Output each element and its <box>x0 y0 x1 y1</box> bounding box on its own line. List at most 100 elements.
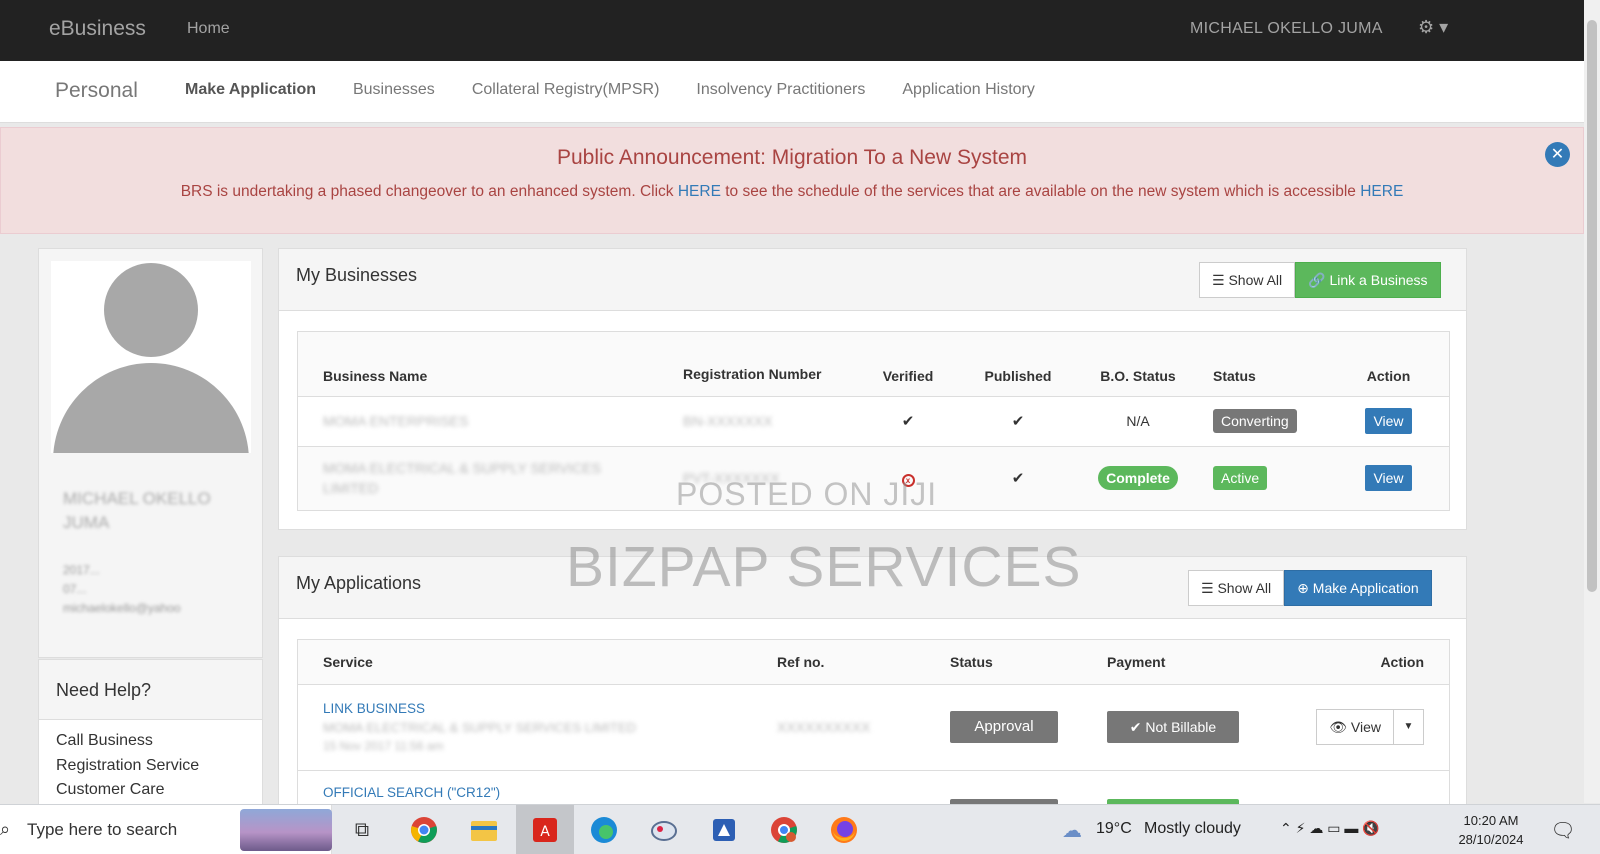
businesses-header-row: Business Name Registration Number Verifi… <box>298 332 1449 396</box>
settings-gear-icon[interactable]: ⚙ ▾ <box>1418 17 1458 41</box>
avatar-body-shape <box>53 363 249 453</box>
scrollbar-thumb[interactable] <box>1587 20 1597 592</box>
sub-navbar: Personal Make Application Businesses Col… <box>0 61 1584 123</box>
table-row: OFFICIAL SEARCH ("CR12") <box>298 769 1449 805</box>
applications-actions: ☰ Show All ⊕ Make Application <box>1188 570 1432 606</box>
announcement-text: BRS is undertaking a phased changeover t… <box>1 183 1583 201</box>
view-business-button[interactable]: View <box>1365 465 1412 492</box>
avatar-head-shape <box>104 263 198 357</box>
subnav-application-history[interactable]: Application History <box>902 81 1035 99</box>
make-application-button[interactable]: ⊕ Make Application <box>1284 570 1432 606</box>
applications-show-all-label: Show All <box>1217 580 1272 596</box>
col-business-name: Business Name <box>323 367 428 384</box>
business-name: MOMA ELECTRICAL & SUPPLY SERVICES LIMITE… <box>323 460 602 497</box>
my-applications-title: My Applications <box>296 573 422 593</box>
application-action-group: 👁 View ▼ <box>1316 709 1424 745</box>
subnav-links: Make Application Businesses Collateral R… <box>185 81 1072 99</box>
chrome-icon[interactable] <box>407 813 441 847</box>
acrobat-icon[interactable]: A <box>516 805 574 854</box>
subnav-title: Personal <box>55 79 138 102</box>
subnav-collateral-registry[interactable]: Collateral Registry(MPSR) <box>472 81 660 99</box>
col-published: Published <box>984 367 1052 384</box>
help-body: Call Business Registration Service Custo… <box>56 732 200 798</box>
bo-status: N/A <box>1073 395 1203 446</box>
service-link[interactable]: LINK BUSINESS <box>323 699 762 718</box>
table-row: LINK BUSINESS MOMA ELECTRICAL & SUPPLY S… <box>298 683 1449 770</box>
applications-show-all-button[interactable]: ☰ Show All <box>1188 570 1285 606</box>
applications-table: Service Ref no. Status Payment Action LI… <box>298 640 1449 805</box>
weather-cloud-icon[interactable]: ☁ <box>1055 813 1089 847</box>
profile-panel: MICHAEL OKELLO JUMA 2017... 07... michae… <box>38 248 263 658</box>
search-highlight-image <box>240 809 332 851</box>
published-check-icon: ✔ <box>1011 413 1025 430</box>
business-name: MOMA ENTERPRISES <box>323 413 469 429</box>
col-app-status: Status <box>950 653 993 670</box>
taskbar-clock[interactable]: 10:20 AM 28/10/2024 <box>1455 811 1527 849</box>
businesses-actions: ☰ Show All 🔗 Link a Business <box>1199 262 1441 298</box>
service-date: 15 Nov 2017 11:56 am <box>323 738 444 753</box>
verified-check-icon: ✔ <box>901 413 915 430</box>
weather-temp[interactable]: 19°C <box>1096 820 1132 838</box>
link-business-button[interactable]: 🔗 Link a Business <box>1295 262 1441 298</box>
make-application-label: Make Application <box>1312 580 1419 596</box>
brand-link[interactable]: eBusiness <box>49 17 146 41</box>
profile-meta: 2017... 07... michaelokello@yahoo <box>63 561 243 618</box>
taskbar-search-placeholder: Type here to search <box>27 820 178 839</box>
col-service: Service <box>323 653 373 670</box>
search-icon: ⌕ <box>0 819 11 839</box>
payment-badge: ✔ Not Billable <box>1107 711 1239 743</box>
chrome-profile-icon[interactable] <box>767 813 801 847</box>
application-status-badge: Approval <box>950 711 1058 743</box>
announcement-link-new-system[interactable]: HERE <box>1360 183 1403 200</box>
profile-email: michaelokello@yahoo <box>63 601 181 615</box>
applications-header-row: Service Ref no. Status Payment Action <box>298 640 1449 684</box>
payment-label: Not Billable <box>1145 719 1217 735</box>
nav-home-link[interactable]: Home <box>187 20 230 38</box>
taskbar-search-box[interactable]: ⌕ Type here to search <box>0 805 332 854</box>
col-bo-status: B.O. Status <box>1100 367 1176 384</box>
avatar <box>51 261 251 453</box>
close-announcement-icon[interactable]: ✕ <box>1545 142 1570 167</box>
ref-number: XXXXXXXXXX <box>777 719 871 735</box>
subnav-businesses[interactable]: Businesses <box>353 81 435 99</box>
businesses-show-all-button[interactable]: ☰ Show All <box>1199 262 1296 298</box>
service-link[interactable]: OFFICIAL SEARCH ("CR12") <box>323 785 762 800</box>
app-icon[interactable] <box>647 813 681 847</box>
clock-time: 10:20 AM <box>1463 813 1519 828</box>
my-businesses-title: My Businesses <box>296 265 418 285</box>
windows-taskbar: ⌕ Type here to search ⧉ A ☁ 19°C Mostly … <box>0 804 1600 854</box>
notifications-icon[interactable]: 🗨 <box>1546 813 1580 847</box>
user-menu[interactable]: MICHAEL OKELLO JUMA <box>1190 20 1383 38</box>
col-status: Status <box>1213 367 1256 384</box>
registration-number: BN-XXXXXXX <box>683 413 773 429</box>
link-business-label: Link a Business <box>1329 272 1428 288</box>
status-badge: Active <box>1213 466 1268 491</box>
businesses-show-all-label: Show All <box>1228 272 1283 288</box>
svg-text:A: A <box>540 824 550 840</box>
announcement-heading: Public Announcement: Migration To a New … <box>556 146 1028 169</box>
chevron-down-icon[interactable]: ▼ <box>1394 709 1424 745</box>
file-explorer-icon[interactable] <box>467 813 501 847</box>
subnav-insolvency-practitioners[interactable]: Insolvency Practitioners <box>696 81 865 99</box>
announcement-text-part1: BRS is undertaking a phased changeover t… <box>180 183 678 200</box>
system-tray-icons[interactable]: ⌃ ⚡ ☁ ▭ ▬ 🔇 <box>1280 820 1380 837</box>
edge-icon[interactable] <box>587 813 621 847</box>
view-application-label: View <box>1350 719 1381 735</box>
firefox-icon[interactable] <box>827 813 861 847</box>
page-scrollbar[interactable] <box>1584 0 1600 803</box>
profile-line-1: 2017... <box>63 563 100 577</box>
announcement-link-schedule[interactable]: HERE <box>678 183 721 200</box>
task-view-icon[interactable]: ⧉ <box>345 813 379 847</box>
profile-line-2: 07... <box>63 582 87 596</box>
col-action: Action <box>1366 367 1411 384</box>
watermark-small: POSTED ON JIJI <box>676 476 938 512</box>
weather-text[interactable]: Mostly cloudy <box>1144 820 1241 838</box>
store-app-icon[interactable] <box>707 813 741 847</box>
help-title: Need Help? <box>39 660 262 720</box>
clock-date: 28/10/2024 <box>1458 832 1524 847</box>
view-business-button[interactable]: View <box>1365 408 1412 434</box>
subnav-make-application[interactable]: Make Application <box>185 81 316 99</box>
view-application-button[interactable]: 👁 View <box>1316 709 1394 745</box>
col-registration-number: Registration Number <box>683 365 822 382</box>
status-badge: Converting <box>1213 409 1297 433</box>
